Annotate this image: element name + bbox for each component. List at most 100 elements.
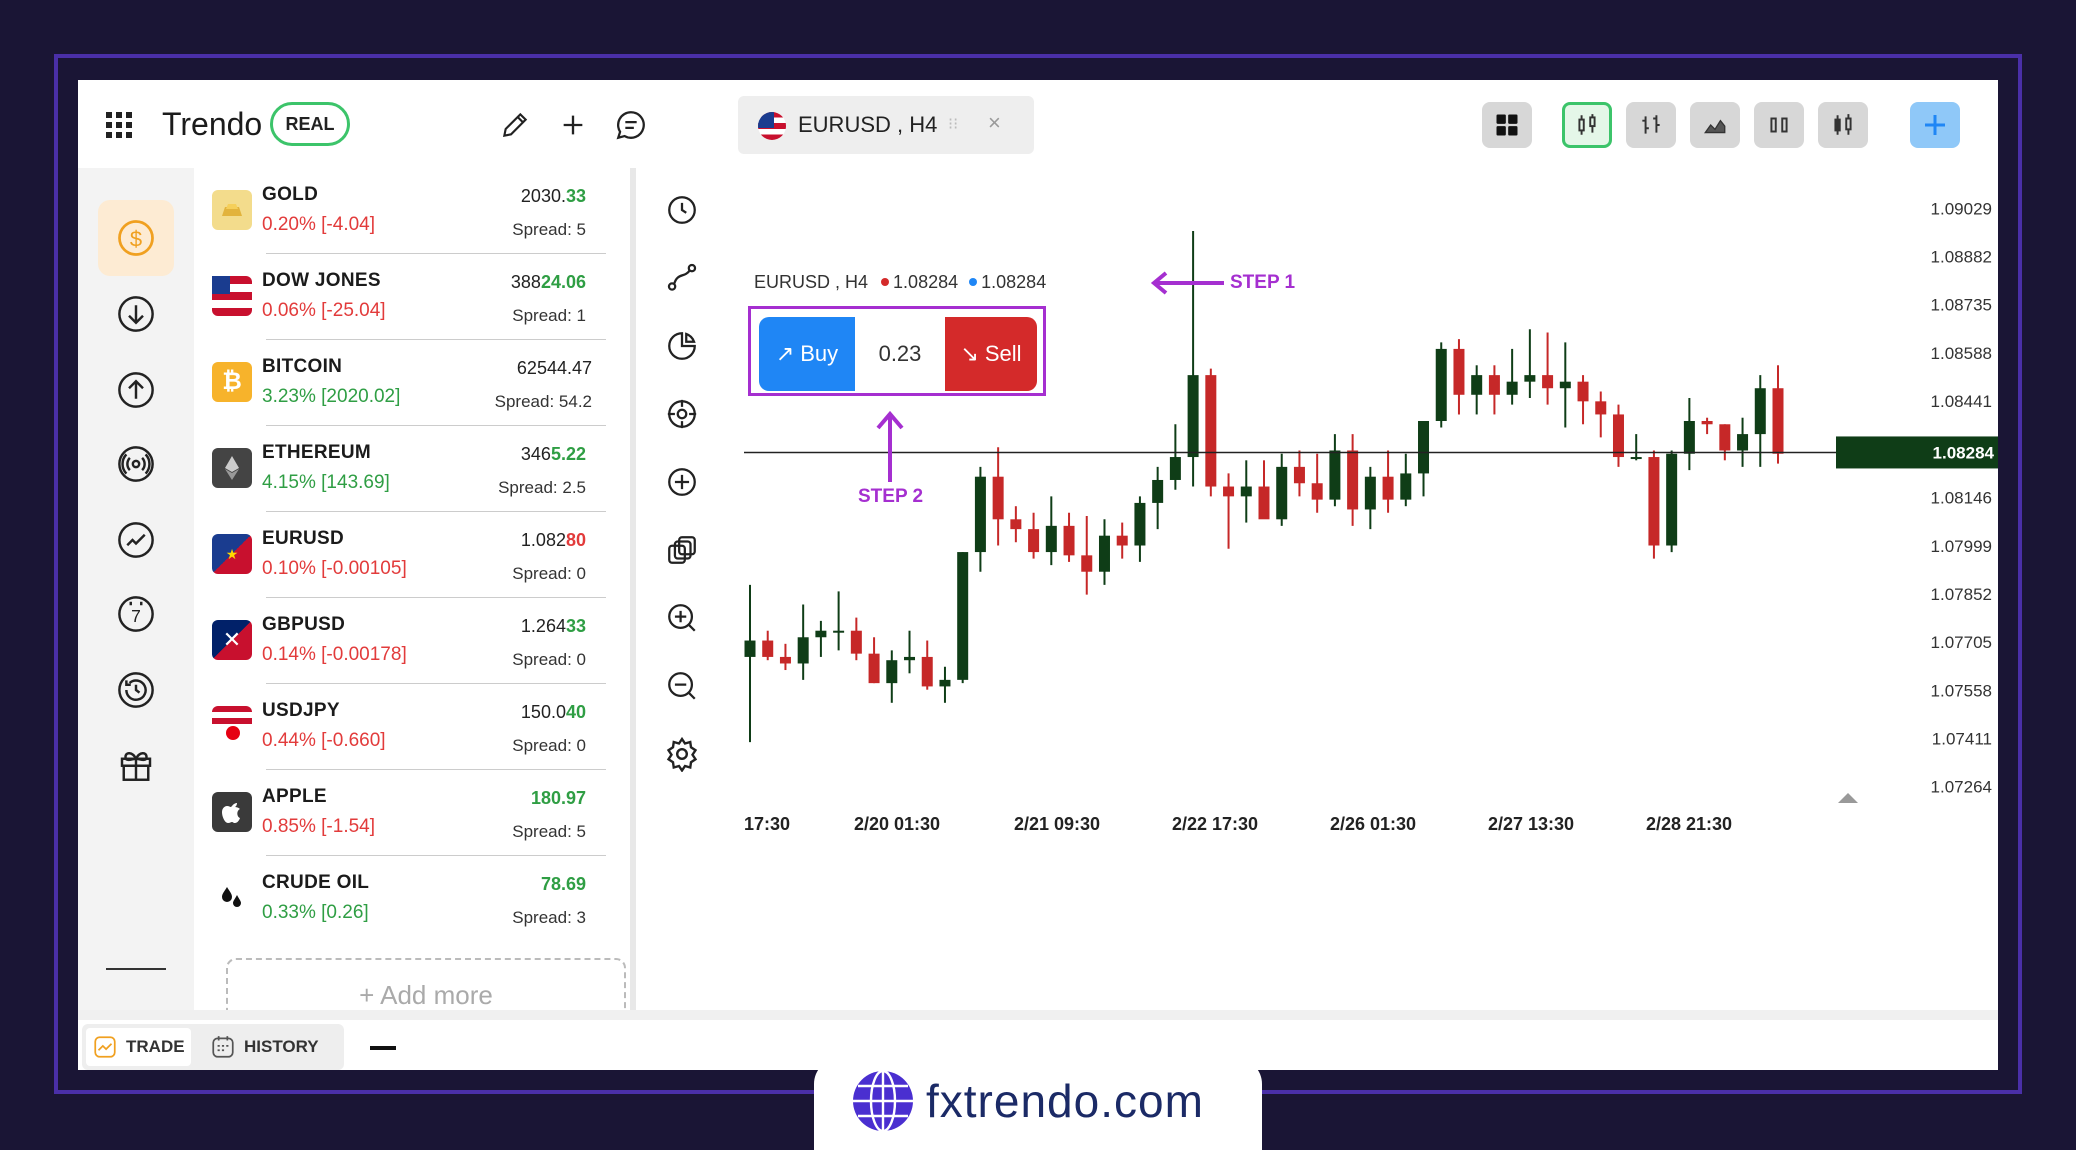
eu-us-flag-icon: ★ bbox=[212, 534, 252, 574]
candle-body bbox=[779, 656, 791, 664]
buy-button[interactable]: ↗ Buy bbox=[759, 317, 855, 391]
instrument-price: 150.040 bbox=[520, 702, 586, 722]
analysis-chart-icon[interactable] bbox=[98, 502, 174, 578]
price-tick-label: 1.07264 bbox=[1931, 778, 1992, 797]
area-chart-button[interactable] bbox=[1690, 102, 1740, 148]
candle-body bbox=[1276, 466, 1288, 520]
candle-body bbox=[1116, 535, 1128, 546]
add-chart-button[interactable] bbox=[1910, 102, 1960, 148]
instrument-change: 4.15% [143.69] bbox=[262, 472, 390, 493]
candle-body bbox=[1701, 420, 1713, 425]
candle-body bbox=[1435, 348, 1447, 421]
tab-history[interactable]: HISTORY bbox=[204, 1028, 325, 1066]
time-tick-label: 2/28 21:30 bbox=[1646, 814, 1732, 834]
legend-symbol: EURUSD , H4 bbox=[754, 272, 869, 292]
pie-chart-icon[interactable] bbox=[662, 326, 702, 366]
chart-legend: EURUSD , H4 1.08284 1.08284 bbox=[754, 272, 1046, 293]
tab-trade[interactable]: TRADE bbox=[86, 1028, 191, 1066]
candle-body bbox=[1382, 476, 1394, 500]
add-more-button[interactable]: + Add more bbox=[226, 958, 626, 1018]
price-tick-label: 1.07852 bbox=[1931, 585, 1992, 604]
eu-us-flag-icon bbox=[758, 112, 786, 140]
instrument-spread: Spread: 5 bbox=[512, 220, 586, 239]
settings-gear-icon[interactable] bbox=[662, 734, 702, 774]
time-tick-label: 17:30 bbox=[744, 814, 790, 834]
step2-label: STEP 2 bbox=[858, 486, 924, 507]
candle-body bbox=[833, 630, 845, 633]
candle-body bbox=[957, 552, 969, 680]
time-tick-label: 2/27 13:30 bbox=[1488, 814, 1574, 834]
markets-dollar-icon[interactable]: $ bbox=[98, 200, 174, 276]
deposit-icon[interactable] bbox=[98, 276, 174, 352]
watchlist-item-dow-jones[interactable]: DOW JONES 0.06% [-25.04] 38824.06 Spread… bbox=[196, 254, 630, 340]
crosshair-icon[interactable] bbox=[662, 394, 702, 434]
us-flag-icon bbox=[212, 276, 252, 316]
watchlist-item-gbpusd[interactable]: ✕ GBPUSD 0.14% [-0.00178] 1.26433 Spread… bbox=[196, 598, 630, 684]
instrument-price: 2030.33 bbox=[520, 186, 586, 206]
price-chart[interactable]: 1.09029 1.08882 1.08735 1.08588 1.08441 1.081… bbox=[744, 168, 1998, 1018]
watchlist-item-bitcoin[interactable]: ₿ BITCOIN 3.23% [2020.02] 62544.47 Sprea… bbox=[196, 340, 630, 426]
instrument-price: 1.08280 bbox=[520, 530, 586, 550]
instrument-spread: Spread: 0 bbox=[512, 650, 586, 669]
watchlist-item-ethereum[interactable]: ETHEREUM 4.15% [143.69] 3465.22 Spread: … bbox=[196, 426, 630, 512]
instrument-spread: Spread: 3 bbox=[512, 908, 586, 927]
candle-body bbox=[1559, 381, 1571, 389]
apps-grid-icon[interactable] bbox=[106, 112, 132, 138]
add-indicator-icon[interactable] bbox=[662, 462, 702, 502]
zoom-in-icon[interactable] bbox=[662, 598, 702, 638]
apple-logo-icon bbox=[212, 792, 252, 832]
zoom-out-icon[interactable] bbox=[662, 666, 702, 706]
minimize-button[interactable] bbox=[370, 1046, 396, 1050]
symbol-tab[interactable]: EURUSD , H4 ⁝⁝ × bbox=[738, 96, 1034, 154]
watchlist-item-usdjpy[interactable]: USDJPY 0.44% [-0.660] 150.040 Spread: 0 bbox=[196, 684, 630, 770]
columns-chart-button[interactable] bbox=[1754, 102, 1804, 148]
history-clock-icon[interactable] bbox=[98, 652, 174, 728]
layers-icon[interactable] bbox=[662, 530, 702, 570]
candlestick-chart[interactable]: 1.09029 1.08882 1.08735 1.08588 1.08441 1.081… bbox=[744, 168, 1998, 1018]
instrument-name: CRUDE OIL bbox=[262, 872, 370, 893]
instrument-name: BITCOIN bbox=[262, 356, 343, 377]
sell-button[interactable]: ↘ Sell bbox=[945, 317, 1037, 391]
calendar-icon[interactable]: 7 bbox=[98, 576, 174, 652]
quantity-input[interactable]: 0.23 bbox=[855, 317, 945, 391]
instrument-change: 0.14% [-0.00178] bbox=[262, 644, 407, 665]
account-type-badge[interactable]: REAL bbox=[270, 102, 350, 146]
candle-body bbox=[1577, 381, 1589, 402]
uk-us-flag-icon: ✕ bbox=[212, 620, 252, 660]
top-bar: Trendo REAL EURUSD , H4 ⁝⁝ × bbox=[78, 80, 1998, 168]
instrument-price: 1.26433 bbox=[520, 616, 586, 636]
candle-body bbox=[1187, 375, 1199, 458]
bar-chart-button[interactable] bbox=[1626, 102, 1676, 148]
gift-icon[interactable] bbox=[98, 726, 174, 802]
chat-icon[interactable] bbox=[612, 106, 650, 144]
instrument-name: USDJPY bbox=[262, 700, 340, 721]
candle-body bbox=[1400, 473, 1412, 500]
candle-body bbox=[1737, 434, 1749, 451]
withdraw-icon[interactable] bbox=[98, 352, 174, 428]
instrument-change: 0.10% [-0.00105] bbox=[262, 558, 407, 579]
price-tick-label: 1.08588 bbox=[1931, 344, 1992, 363]
candle-chart-button[interactable] bbox=[1562, 102, 1612, 148]
signals-icon[interactable] bbox=[98, 426, 174, 502]
symbol-tab-label: EURUSD , H4 bbox=[798, 112, 938, 137]
close-tab-icon[interactable]: × bbox=[988, 110, 1001, 136]
candle-body bbox=[1329, 450, 1341, 500]
trend-line-icon[interactable] bbox=[662, 258, 702, 298]
footer-domain: fxtrendo.com bbox=[926, 1075, 1204, 1127]
layout-grid-button[interactable] bbox=[1482, 102, 1532, 148]
instrument-name: APPLE bbox=[262, 786, 327, 807]
pencil-icon[interactable] bbox=[496, 106, 534, 144]
watchlist-item-eurusd[interactable]: ★ EURUSD 0.10% [-0.00105] 1.08280 Spread… bbox=[196, 512, 630, 598]
candle-body bbox=[1630, 457, 1642, 460]
plus-icon[interactable] bbox=[554, 106, 592, 144]
watchlist-item-apple[interactable]: APPLE 0.85% [-1.54] 180.97 Spread: 5 bbox=[196, 770, 630, 856]
hollow-candle-button[interactable] bbox=[1818, 102, 1868, 148]
watchlist-item-gold[interactable]: GOLD 0.20% [-4.04] 2030.33 Spread: 5 bbox=[196, 168, 630, 254]
candle-body bbox=[1754, 388, 1766, 435]
watchlist-item-crude-oil[interactable]: CRUDE OIL 0.33% [0.26] 78.69 Spread: 3 bbox=[196, 856, 630, 942]
candle-body bbox=[1134, 502, 1146, 546]
candle-body bbox=[1098, 535, 1110, 572]
drag-handle-icon[interactable]: ⁝⁝ bbox=[948, 114, 958, 134]
step1-label: STEP 1 bbox=[1230, 272, 1296, 293]
clock-icon[interactable] bbox=[662, 190, 702, 230]
